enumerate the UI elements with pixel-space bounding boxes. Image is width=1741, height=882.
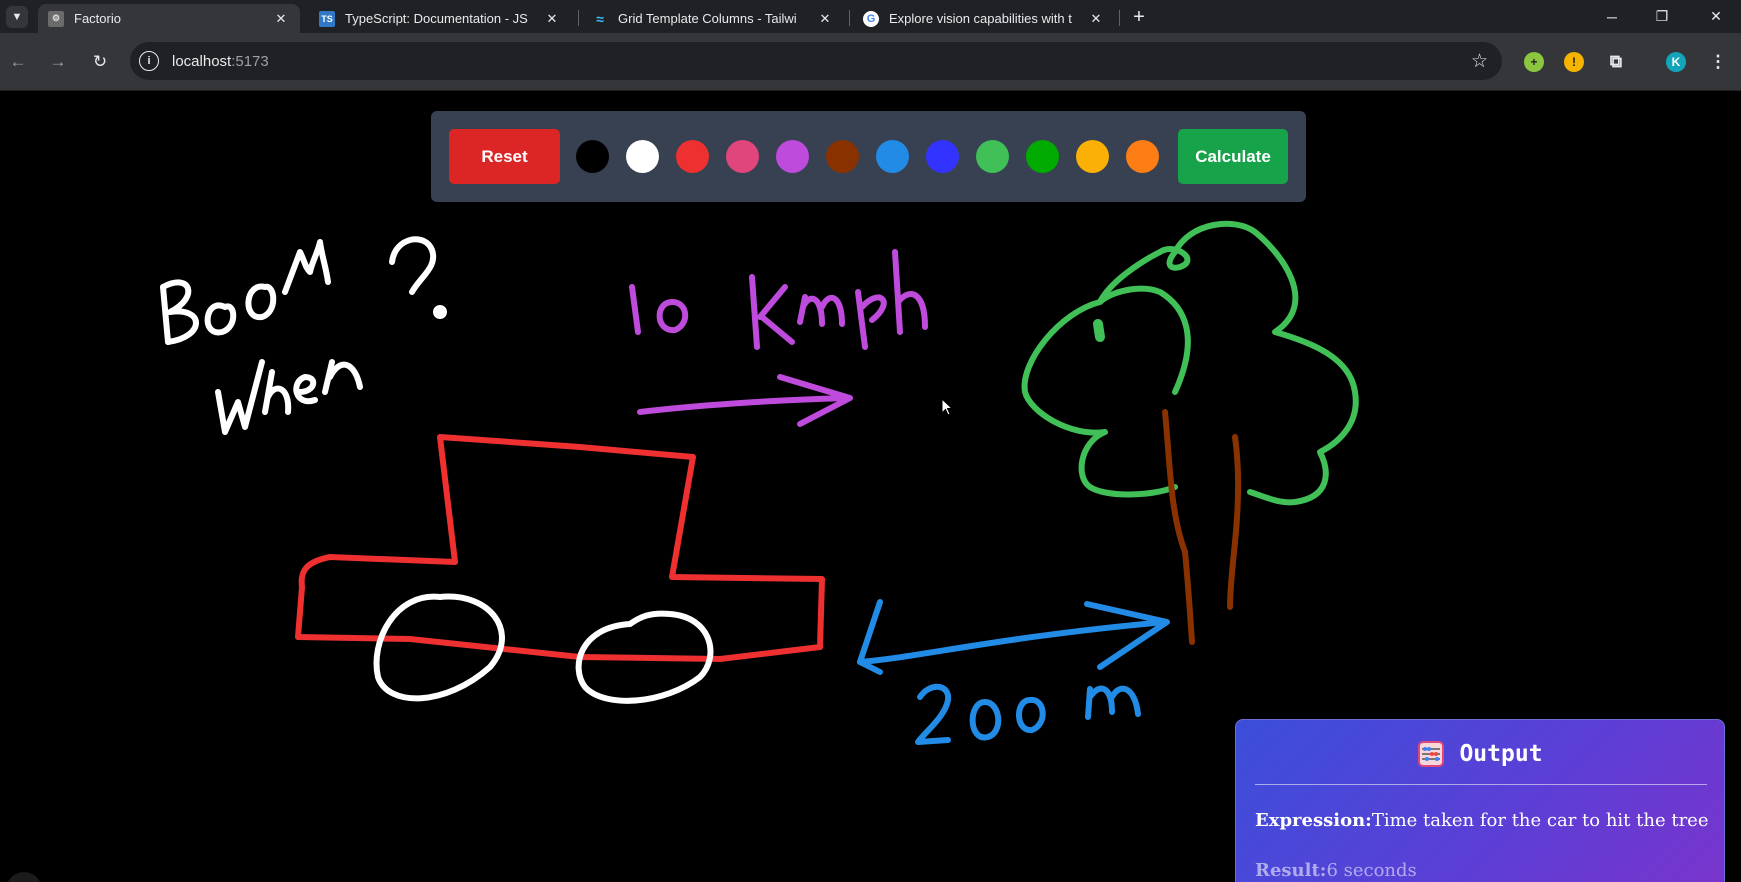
bookmark-star-icon[interactable]: ☆: [1471, 50, 1488, 73]
factorio-icon: ⚙: [48, 10, 64, 27]
output-panel: Output Expression:Time taken for the car…: [1235, 719, 1725, 882]
browser-menu-icon[interactable]: ⋮: [1708, 52, 1728, 72]
expression-value: Time taken for the car to hit the tree: [1371, 810, 1709, 831]
swatch-indigo[interactable]: [926, 140, 959, 173]
result-value: 6 seconds: [1326, 860, 1417, 881]
restore-icon[interactable]: ❐: [1637, 0, 1687, 33]
tree: [1021, 220, 1359, 645]
close-tab-icon[interactable]: ✕: [272, 10, 290, 28]
forward-icon[interactable]: →: [44, 48, 72, 76]
expression-label: Expression:: [1255, 810, 1372, 831]
swatch-red[interactable]: [676, 140, 709, 173]
output-divider: [1255, 784, 1707, 785]
expression-line: Expression:Time taken for the car to hit…: [1255, 810, 1708, 831]
tab-title: TypeScript: Documentation - JS: [345, 11, 528, 26]
swatch-light-green[interactable]: [976, 140, 1009, 173]
note-10-kmph: [629, 249, 928, 427]
reset-button[interactable]: Reset: [449, 129, 560, 184]
browser-toolbar: ← → ↻ i localhost:5173 ☆ + ! ⧉ K ⋮: [0, 33, 1741, 91]
tab-title: Explore vision capabilities with t: [889, 11, 1072, 26]
car-wheels: [373, 593, 714, 704]
tab-title: Grid Template Columns - Tailwi: [618, 11, 797, 26]
close-tab-icon[interactable]: ✕: [543, 10, 561, 28]
result-line: Result:6 seconds: [1255, 860, 1417, 881]
tab-google[interactable]: G Explore vision capabilities with t ✕: [853, 4, 1115, 33]
url-text[interactable]: localhost:5173: [172, 53, 269, 70]
site-info-icon[interactable]: i: [139, 51, 159, 71]
swatch-pink[interactable]: [726, 140, 759, 173]
google-icon: G: [863, 10, 879, 27]
tab-typescript[interactable]: TS TypeScript: Documentation - JS ✕: [309, 4, 571, 33]
extension-plus-icon[interactable]: +: [1524, 52, 1544, 72]
abacus-icon: [1418, 741, 1445, 767]
tab-separator: [1119, 10, 1120, 26]
url-host: localhost: [172, 53, 232, 70]
tab-search-button[interactable]: ▼: [6, 6, 28, 28]
close-tab-icon[interactable]: ✕: [816, 10, 834, 28]
tab-title: Factorio: [74, 11, 121, 26]
swatch-blue[interactable]: [876, 140, 909, 173]
tailwind-icon: ≈: [596, 10, 604, 27]
output-title: Output: [1459, 741, 1543, 767]
note-boom-when: [160, 236, 447, 435]
output-header: Output: [1236, 740, 1724, 768]
url-port: :5173: [231, 53, 269, 70]
browser-tab-strip: ▼ ⚙ Factorio ✕ TS TypeScript: Documentat…: [0, 0, 1741, 33]
drawing-canvas[interactable]: Reset Calculate Output Expression:Time t…: [0, 92, 1741, 882]
swatch-purple[interactable]: [776, 140, 809, 173]
extensions-puzzle-icon[interactable]: ⧉: [1606, 52, 1626, 72]
tab-tailwind[interactable]: ≈ Grid Template Columns - Tailwi ✕: [582, 4, 844, 33]
close-tab-icon[interactable]: ✕: [1087, 10, 1105, 28]
profile-avatar[interactable]: K: [1666, 52, 1686, 72]
typescript-icon: TS: [319, 10, 335, 27]
car-body: [295, 434, 825, 662]
distance-arrow: [857, 599, 1170, 745]
new-tab-button[interactable]: +: [1128, 6, 1150, 28]
swatch-black[interactable]: [576, 140, 609, 173]
swatch-white[interactable]: [626, 140, 659, 173]
close-window-icon[interactable]: ✕: [1691, 0, 1741, 33]
swatch-orange[interactable]: [1126, 140, 1159, 173]
calculate-button[interactable]: Calculate: [1178, 129, 1288, 184]
back-icon[interactable]: ←: [4, 48, 32, 76]
swatch-brown[interactable]: [826, 140, 859, 173]
swatch-green[interactable]: [1026, 140, 1059, 173]
swatch-yellow[interactable]: [1076, 140, 1109, 173]
reload-icon[interactable]: ↻: [86, 48, 114, 76]
result-label: Result:: [1255, 860, 1327, 881]
tab-factorio[interactable]: ⚙ Factorio ✕: [38, 4, 300, 33]
tab-separator: [578, 10, 579, 26]
extension-info-icon[interactable]: !: [1564, 52, 1584, 72]
tab-separator: [849, 10, 850, 26]
minimize-icon[interactable]: ─: [1587, 0, 1637, 33]
toolbar-panel: Reset Calculate: [431, 111, 1306, 202]
address-bar[interactable]: i localhost:5173 ☆: [130, 42, 1502, 80]
mouse-cursor-icon: [941, 398, 954, 416]
